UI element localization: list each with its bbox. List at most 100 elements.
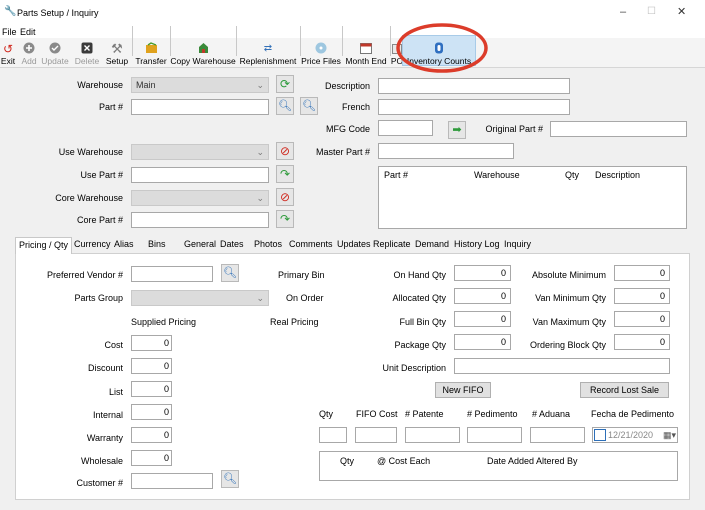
van-maximum-input[interactable]: 0: [614, 311, 670, 327]
warranty-input[interactable]: 0: [131, 427, 172, 443]
fifo-grid-col-cost-each: @ Cost Each: [377, 456, 431, 466]
transfer-icon: [145, 34, 158, 54]
refresh-icon: ⟳: [279, 77, 291, 91]
unit-description-input[interactable]: [454, 358, 670, 374]
date-checkbox[interactable]: [594, 429, 606, 441]
tab-comments[interactable]: Comments: [286, 237, 336, 253]
tab-alias[interactable]: Alias: [111, 237, 137, 253]
fifo-grid-col-date-added: Date Added: [487, 456, 535, 466]
tab-pricing-qty[interactable]: Pricing / Qty: [15, 237, 73, 254]
part-input[interactable]: [131, 99, 269, 115]
fifo-cost-input[interactable]: [355, 427, 397, 443]
warehouse-label: Warehouse: [77, 80, 123, 90]
package-input[interactable]: 0: [454, 334, 511, 350]
minimize-button[interactable]: –: [620, 6, 626, 18]
tab-general[interactable]: General: [181, 237, 219, 253]
tab-demand[interactable]: Demand: [412, 237, 452, 253]
refresh-button[interactable]: ⟳: [276, 75, 294, 93]
replenishment-button[interactable]: ⇄ Replenishment: [238, 34, 298, 78]
update-button[interactable]: Update: [40, 34, 70, 78]
package-label: Package Qty: [394, 340, 446, 350]
tab-bins[interactable]: Bins: [145, 237, 169, 253]
absolute-minimum-input[interactable]: 0: [614, 265, 670, 281]
transfer-button[interactable]: Transfer: [134, 34, 168, 78]
delete-button[interactable]: Delete: [73, 34, 101, 78]
record-lost-sale-button[interactable]: Record Lost Sale: [580, 382, 669, 398]
description-input[interactable]: [378, 78, 570, 94]
grid-header-qty: Qty: [565, 170, 580, 180]
grid-header-description: Description: [595, 170, 641, 180]
title-bar: [0, 0, 705, 26]
part-label: Part #: [98, 102, 123, 112]
grid-header-warehouse: Warehouse: [474, 170, 520, 180]
add-button[interactable]: Add: [19, 34, 39, 78]
van-maximum-label: Van Maximum Qty: [532, 317, 606, 327]
tab-photos[interactable]: Photos: [251, 237, 285, 253]
warehouse-select[interactable]: Main ⌄: [131, 77, 269, 93]
ordering-block-input[interactable]: 0: [614, 334, 670, 350]
use-warehouse-select[interactable]: ⌄: [131, 144, 269, 160]
master-part-grid: [378, 166, 687, 229]
full-bin-input[interactable]: 0: [454, 311, 511, 327]
use-part-input[interactable]: [131, 167, 269, 183]
core-warehouse-clear-button[interactable]: ⊘: [276, 188, 294, 206]
tab-history-log[interactable]: History Log: [451, 237, 503, 253]
tab-replicate[interactable]: Replicate: [370, 237, 414, 253]
fifo-date-picker[interactable]: 12/21/2020 ▦▾: [592, 427, 678, 443]
use-part-go-button[interactable]: ↷: [276, 165, 294, 183]
month-end-button[interactable]: Month End: [344, 34, 388, 78]
price-files-button[interactable]: Price Files: [301, 34, 341, 78]
real-pricing-label: Real Pricing: [270, 317, 319, 327]
tab-currency[interactable]: Currency: [71, 237, 114, 253]
internal-label: Internal: [92, 410, 123, 420]
magnifier-icon: 🔍︎: [223, 472, 237, 485]
tab-dates[interactable]: Dates: [217, 237, 247, 253]
new-fifo-button[interactable]: New FIFO: [435, 382, 491, 398]
calendar-dropdown-icon[interactable]: ▦▾: [663, 428, 676, 442]
fifo-pedimento-input[interactable]: [467, 427, 522, 443]
cost-input[interactable]: 0: [131, 335, 172, 351]
on-hand-input[interactable]: 0: [454, 265, 511, 281]
internal-input[interactable]: 0: [131, 404, 172, 420]
preferred-vendor-input[interactable]: [131, 266, 213, 282]
master-part-input[interactable]: [378, 143, 514, 159]
mfg-code-input[interactable]: [378, 120, 433, 136]
use-warehouse-label: Use Warehouse: [58, 147, 123, 157]
fifo-qty-input[interactable]: [319, 427, 347, 443]
original-part-input[interactable]: [550, 121, 687, 137]
fifo-patente-input[interactable]: [405, 427, 460, 443]
master-part-label: Master Part #: [315, 147, 370, 157]
copy-warehouse-button[interactable]: Copy Warehouse: [170, 34, 236, 78]
use-warehouse-clear-button[interactable]: ⊘: [276, 142, 294, 160]
tab-updates[interactable]: Updates: [334, 237, 374, 253]
parts-group-select[interactable]: ⌄: [131, 290, 269, 306]
close-button[interactable]: ✕: [677, 6, 686, 18]
warranty-label: Warranty: [86, 433, 123, 443]
allocated-input[interactable]: 0: [454, 288, 511, 304]
list-input[interactable]: 0: [131, 381, 172, 397]
vendor-search-button[interactable]: 🔍︎: [221, 264, 239, 282]
fifo-aduana-input[interactable]: [530, 427, 585, 443]
list-label: List: [108, 387, 123, 397]
tab-inquiry[interactable]: Inquiry: [501, 237, 534, 253]
customer-input[interactable]: [131, 473, 213, 489]
core-warehouse-select[interactable]: ⌄: [131, 190, 269, 206]
fifo-col-cost: FIFO Cost: [356, 409, 398, 419]
setup-button[interactable]: ⚒ Setup: [104, 34, 130, 78]
part-search-button[interactable]: 🔍︎: [276, 97, 294, 115]
mfg-code-label: MFG Code: [325, 124, 370, 134]
french-input[interactable]: [378, 99, 570, 115]
toolbar-separator: [132, 26, 133, 56]
discount-input[interactable]: 0: [131, 358, 172, 374]
core-part-input[interactable]: [131, 212, 269, 228]
wholesale-input[interactable]: 0: [131, 450, 172, 466]
toolbar-separator: [170, 26, 171, 56]
core-part-go-button[interactable]: ↷: [276, 210, 294, 228]
mfg-go-button[interactable]: ➡: [448, 121, 466, 139]
supplied-pricing-label: Supplied Pricing: [131, 317, 197, 327]
van-minimum-input[interactable]: 0: [614, 288, 670, 304]
app-icon: 🔧: [4, 6, 17, 17]
maximize-button[interactable]: ☐: [647, 6, 656, 18]
customer-search-button[interactable]: 🔍︎: [221, 470, 239, 488]
exit-button[interactable]: ↺ Exit: [0, 34, 16, 78]
